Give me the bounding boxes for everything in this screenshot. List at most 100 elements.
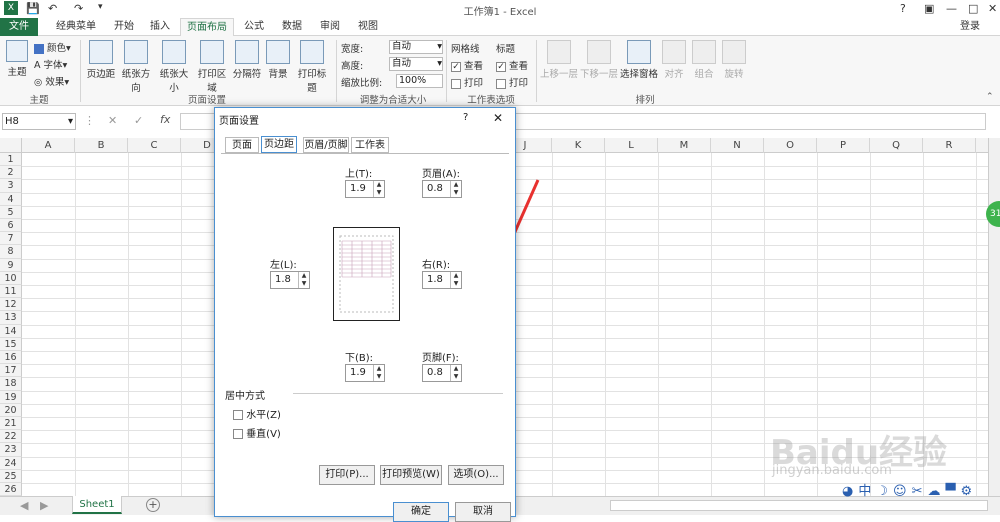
name-box[interactable]: H8 ▾ bbox=[2, 113, 76, 130]
column-header[interactable]: B bbox=[75, 138, 128, 153]
row-header[interactable]: 17 bbox=[0, 364, 22, 378]
tab-insert[interactable]: 插入 bbox=[142, 18, 178, 36]
effects-button[interactable]: ◎ 效果▾ bbox=[34, 74, 69, 88]
center-vertical-checkbox[interactable]: 垂直(V) bbox=[233, 425, 281, 440]
column-header[interactable]: R bbox=[923, 138, 976, 153]
zoom-input[interactable]: 100% bbox=[396, 74, 443, 88]
row-header[interactable]: 12 bbox=[0, 298, 22, 312]
height-select[interactable]: 自动 ▾ bbox=[389, 57, 443, 71]
column-header[interactable]: M bbox=[658, 138, 711, 153]
help-button[interactable]: ? bbox=[900, 2, 906, 15]
print-area-button[interactable]: 打印区域 bbox=[194, 40, 230, 94]
row-header[interactable]: 26 bbox=[0, 483, 22, 497]
left-margin-spinner[interactable]: 1.8 ▲ ▼ bbox=[270, 271, 310, 289]
headings-print-checkbox[interactable]: 打印 bbox=[496, 75, 528, 89]
login-link[interactable]: 登录 bbox=[950, 18, 990, 36]
row-header[interactable]: 16 bbox=[0, 351, 22, 365]
row-header[interactable]: 18 bbox=[0, 377, 22, 391]
bottom-margin-spinner[interactable]: 1.9 ▲ ▼ bbox=[345, 364, 385, 382]
dialog-tab-margins[interactable]: 页边距 bbox=[261, 136, 297, 153]
gridlines-view-checkbox[interactable]: 查看 bbox=[451, 58, 483, 72]
send-backward-button[interactable]: 下移一层 bbox=[580, 40, 618, 80]
row-header[interactable]: 23 bbox=[0, 443, 22, 457]
colors-button[interactable]: 颜色▾ bbox=[34, 40, 71, 54]
cancel-button[interactable]: 取消 bbox=[455, 502, 511, 522]
align-button[interactable]: 对齐 bbox=[660, 40, 688, 80]
margins-button[interactable]: 页边距 bbox=[86, 40, 116, 80]
orientation-button[interactable]: 纸张方向 bbox=[118, 40, 154, 94]
dialog-close-button[interactable]: ✕ bbox=[493, 111, 503, 125]
options-button[interactable]: 选项(O)... bbox=[448, 465, 504, 485]
row-header[interactable]: 8 bbox=[0, 245, 22, 259]
row-header[interactable]: 1 bbox=[0, 153, 22, 167]
horizontal-scrollbar[interactable] bbox=[610, 500, 988, 511]
confirm-entry-icon[interactable]: ✓ bbox=[134, 114, 143, 127]
tab-classic-menu[interactable]: 经典菜单 bbox=[46, 18, 106, 36]
spin-arrows-icon[interactable]: ▲ ▼ bbox=[298, 272, 309, 288]
row-header[interactable]: 2 bbox=[0, 166, 22, 180]
row-header[interactable]: 10 bbox=[0, 271, 22, 285]
row-header[interactable]: 15 bbox=[0, 337, 22, 351]
add-sheet-button[interactable]: + bbox=[146, 498, 160, 512]
column-header[interactable]: K bbox=[552, 138, 605, 153]
dialog-tab-header-footer[interactable]: 页眉/页脚 bbox=[303, 137, 349, 153]
column-header[interactable]: O bbox=[764, 138, 817, 153]
row-header[interactable]: 20 bbox=[0, 403, 22, 417]
column-header[interactable]: C bbox=[128, 138, 181, 153]
column-header[interactable]: P bbox=[817, 138, 870, 153]
collapse-ribbon-icon[interactable]: ⌃ bbox=[986, 92, 994, 102]
row-header[interactable]: 22 bbox=[0, 430, 22, 444]
ime-toolbar[interactable]: ◕中☽☺✂☁▀⚙ bbox=[842, 480, 977, 499]
spin-arrows-icon[interactable]: ▲ ▼ bbox=[373, 181, 384, 197]
insert-function-icon[interactable]: fx bbox=[160, 113, 170, 126]
maximize-button[interactable]: □ bbox=[968, 2, 978, 15]
spin-arrows-icon[interactable]: ▲ ▼ bbox=[450, 181, 461, 197]
print-button[interactable]: 打印(P)... bbox=[319, 465, 375, 485]
breaks-button[interactable]: 分隔符 bbox=[232, 40, 262, 80]
column-header[interactable]: N bbox=[711, 138, 764, 153]
headings-view-checkbox[interactable]: 查看 bbox=[496, 58, 528, 72]
spin-arrows-icon[interactable]: ▲ ▼ bbox=[373, 365, 384, 381]
cancel-entry-icon[interactable]: ✕ bbox=[108, 114, 117, 127]
close-button[interactable]: ✕ bbox=[988, 2, 997, 15]
row-header[interactable]: 19 bbox=[0, 390, 22, 404]
row-header[interactable]: 7 bbox=[0, 232, 22, 246]
row-header[interactable]: 4 bbox=[0, 192, 22, 206]
ok-button[interactable]: 确定 bbox=[393, 502, 449, 522]
row-header[interactable]: 14 bbox=[0, 324, 22, 338]
column-header[interactable]: A bbox=[22, 138, 75, 153]
print-titles-button[interactable]: 打印标题 bbox=[294, 40, 330, 94]
tab-view[interactable]: 视图 bbox=[350, 18, 386, 36]
fonts-button[interactable]: A 字体▾ bbox=[34, 57, 67, 71]
rotate-button[interactable]: 旋转 bbox=[720, 40, 748, 80]
row-header[interactable]: 11 bbox=[0, 285, 22, 299]
row-header[interactable]: 6 bbox=[0, 219, 22, 233]
print-preview-button[interactable]: 打印预览(W) bbox=[380, 465, 442, 485]
row-header[interactable]: 5 bbox=[0, 205, 22, 219]
next-sheet-icon[interactable]: ▶ bbox=[40, 499, 48, 512]
center-horizontal-checkbox[interactable]: 水平(Z) bbox=[233, 406, 281, 421]
bring-forward-button[interactable]: 上移一层 bbox=[540, 40, 578, 80]
tab-formulas[interactable]: 公式 bbox=[236, 18, 272, 36]
row-header[interactable]: 9 bbox=[0, 258, 22, 272]
column-header[interactable]: L bbox=[605, 138, 658, 153]
footer-margin-spinner[interactable]: 0.8 ▲ ▼ bbox=[422, 364, 462, 382]
dialog-help-button[interactable]: ? bbox=[463, 112, 468, 123]
row-header[interactable]: 3 bbox=[0, 179, 22, 193]
tab-file[interactable]: 文件 bbox=[0, 18, 38, 36]
spin-arrows-icon[interactable]: ▲ ▼ bbox=[450, 365, 461, 381]
tab-home[interactable]: 开始 bbox=[106, 18, 142, 36]
minimize-button[interactable]: — bbox=[946, 2, 957, 15]
dialog-tab-page[interactable]: 页面 bbox=[225, 137, 259, 153]
row-header[interactable]: 13 bbox=[0, 311, 22, 325]
themes-button[interactable]: 主题 bbox=[4, 40, 30, 78]
tab-data[interactable]: 数据 bbox=[274, 18, 310, 36]
spin-arrows-icon[interactable]: ▲ ▼ bbox=[450, 272, 461, 288]
select-all-corner[interactable] bbox=[0, 138, 22, 153]
row-header[interactable]: 25 bbox=[0, 469, 22, 483]
sheet-tab[interactable]: Sheet1 bbox=[72, 496, 122, 514]
tab-page-layout[interactable]: 页面布局 bbox=[180, 18, 234, 37]
size-button[interactable]: 纸张大小 bbox=[156, 40, 192, 94]
prev-sheet-icon[interactable]: ◀ bbox=[20, 499, 28, 512]
gridlines-print-checkbox[interactable]: 打印 bbox=[451, 75, 483, 89]
